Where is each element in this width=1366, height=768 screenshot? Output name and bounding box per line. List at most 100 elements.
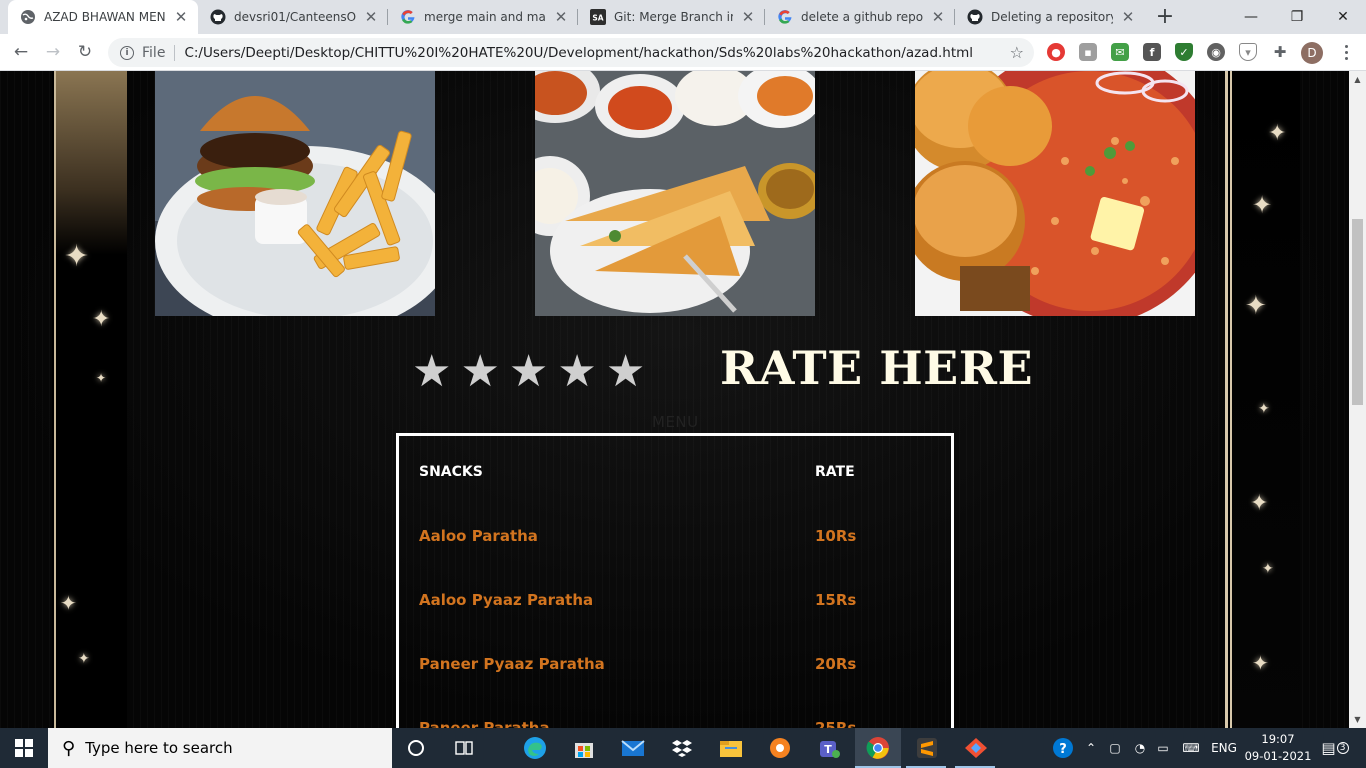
sparkle-icon: ✦ <box>96 371 107 385</box>
sa-icon: SA <box>590 9 606 25</box>
search-icon: ⚲ <box>62 737 76 759</box>
sublime-text-icon[interactable] <box>914 736 940 760</box>
lock-extension-icon[interactable]: ▪ <box>1079 43 1097 61</box>
meet-now-icon[interactable]: ▢ <box>1105 728 1125 768</box>
google-icon <box>777 9 793 25</box>
tab-title: devsri01/CanteensOfIIT <box>234 10 356 24</box>
globe-icon <box>20 9 36 25</box>
mail-extension-icon[interactable]: ✉ <box>1111 43 1129 61</box>
forward-button[interactable]: → <box>38 37 68 67</box>
menu-item-rate: 20Rs <box>815 655 857 673</box>
mail-icon[interactable] <box>620 736 646 760</box>
sparkle-icon: ✦ <box>1252 191 1273 219</box>
shield-extension-icon[interactable]: ✓ <box>1175 43 1193 61</box>
close-tab-icon[interactable]: ✕ <box>1119 8 1137 26</box>
menu-item-rate: 15Rs <box>815 591 857 609</box>
windows-taskbar: ⚲ Type here to search T ? ⌃ ▢ ◔ ▭ ⌨ ENG … <box>0 728 1366 768</box>
forward-arrow-icon: → <box>45 42 61 62</box>
system-clock[interactable]: 19:07 09-01-2021 <box>1240 731 1316 765</box>
food-photo-dosa <box>535 71 815 316</box>
keyboard-icon[interactable]: ⌨ <box>1178 728 1204 768</box>
dropbox-icon[interactable] <box>669 736 695 760</box>
github-icon <box>210 9 226 25</box>
bookmark-star-icon[interactable]: ☆ <box>1010 43 1024 62</box>
back-button[interactable]: ← <box>6 37 36 67</box>
sparkle-icon: ✦ <box>1252 651 1269 675</box>
clock-time: 19:07 <box>1261 732 1295 746</box>
git-gui-icon[interactable] <box>963 736 989 760</box>
close-tab-icon[interactable]: ✕ <box>552 8 570 26</box>
vlc-app-icon[interactable] <box>767 736 793 760</box>
page-scrollbar[interactable]: ▲ ▼ <box>1349 71 1366 728</box>
extensions-puzzle-icon[interactable]: ✚ <box>1271 43 1289 61</box>
google-icon <box>400 9 416 25</box>
scrollbar-thumb[interactable] <box>1352 219 1363 405</box>
profile-avatar[interactable]: D <box>1301 42 1323 64</box>
tray-chevron-up-icon[interactable]: ⌃ <box>1082 728 1100 768</box>
facebook-extension-icon[interactable]: f <box>1143 43 1161 61</box>
burger-and-fries-image <box>155 71 435 316</box>
menu-item-name: Paneer Pyaaz Paratha <box>419 655 605 673</box>
microsoft-store-icon[interactable] <box>571 736 597 760</box>
rating-star-3[interactable]: ★ <box>509 345 548 399</box>
address-bar[interactable]: i File C:/Users/Deepti/Desktop/CHITTU%20… <box>108 38 1034 67</box>
tab-azad-bhawan-menu[interactable]: AZAD BHAWAN MENU ✕ <box>8 0 198 34</box>
url-text[interactable]: C:/Users/Deepti/Desktop/CHITTU%20I%20HAT… <box>184 45 973 61</box>
teams-icon[interactable]: T <box>816 736 842 760</box>
edge-browser-icon[interactable] <box>522 736 548 760</box>
tab-delete-github-repo[interactable]: delete a github reposito ✕ <box>765 0 955 34</box>
file-explorer-icon[interactable] <box>718 736 744 760</box>
svg-text:T: T <box>824 743 832 756</box>
sparkle-icon: ✦ <box>1268 121 1287 146</box>
vpn-extension-icon[interactable]: ◉ <box>1207 43 1225 61</box>
decorative-border-left <box>52 71 127 728</box>
tab-merge-main[interactable]: merge main and master ✕ <box>388 0 578 34</box>
close-tab-icon[interactable]: ✕ <box>929 8 947 26</box>
reload-button[interactable]: ↻ <box>70 37 100 67</box>
dosa-platter-image <box>535 71 815 316</box>
rating-star-2[interactable]: ★ <box>460 345 499 399</box>
tab-title: Git: Merge Branch into <box>614 10 733 24</box>
task-view-icon[interactable] <box>451 736 477 760</box>
new-tab-button[interactable]: + <box>1152 4 1178 30</box>
close-window-button[interactable]: ✕ <box>1320 0 1366 34</box>
close-tab-icon[interactable]: ✕ <box>739 8 757 26</box>
food-photo-burger <box>155 71 435 316</box>
tab-title: delete a github reposito <box>801 10 923 24</box>
battery-icon[interactable]: ▭ <box>1153 728 1173 768</box>
menu-item-rate: 10Rs <box>815 527 857 545</box>
rating-star-4[interactable]: ★ <box>557 345 596 399</box>
rating-star-1[interactable]: ★ <box>412 345 451 399</box>
adblock-extension-icon[interactable]: ● <box>1047 43 1065 61</box>
sparkle-icon: ✦ <box>1250 491 1269 516</box>
notification-center-icon[interactable]: ▤ 3 <box>1320 728 1350 768</box>
tab-git-merge-branch[interactable]: SA Git: Merge Branch into ✕ <box>578 0 765 34</box>
info-icon[interactable]: i <box>120 45 134 60</box>
rating-star-5[interactable]: ★ <box>606 345 645 399</box>
close-tab-icon[interactable]: ✕ <box>172 8 190 26</box>
sparkle-icon: ✦ <box>1258 401 1270 417</box>
rate-here-heading: RATE HERE <box>720 341 1034 395</box>
shield-outline-icon[interactable]: ▾ <box>1239 43 1257 61</box>
scroll-down-icon[interactable]: ▼ <box>1349 711 1366 728</box>
tab-title: Deleting a repository - G <box>991 10 1113 24</box>
sparkle-icon: ✦ <box>92 307 111 332</box>
taskbar-search[interactable]: ⚲ Type here to search <box>48 728 392 768</box>
close-tab-icon[interactable]: ✕ <box>362 8 380 26</box>
sparkle-icon: ✦ <box>1262 561 1274 577</box>
tab-title: AZAD BHAWAN MENU <box>44 10 166 24</box>
language-indicator[interactable]: ENG <box>1208 728 1240 768</box>
tab-deleting-repository[interactable]: Deleting a repository - G ✕ <box>955 0 1145 34</box>
menu-caption: MENU <box>652 413 699 431</box>
minimize-button[interactable]: — <box>1228 0 1274 34</box>
chrome-browser-icon[interactable] <box>865 736 891 760</box>
wifi-icon[interactable]: ◔ <box>1130 728 1150 768</box>
tab-github-canteens[interactable]: devsri01/CanteensOfIIT ✕ <box>198 0 388 34</box>
menu-kebab-icon[interactable] <box>1336 40 1356 64</box>
start-button[interactable] <box>0 728 48 768</box>
help-icon[interactable]: ? <box>1050 728 1076 768</box>
back-arrow-icon: ← <box>13 42 29 62</box>
cortana-icon[interactable] <box>403 736 429 760</box>
scroll-up-icon[interactable]: ▲ <box>1349 71 1366 88</box>
maximize-button[interactable]: ❐ <box>1274 0 1320 34</box>
